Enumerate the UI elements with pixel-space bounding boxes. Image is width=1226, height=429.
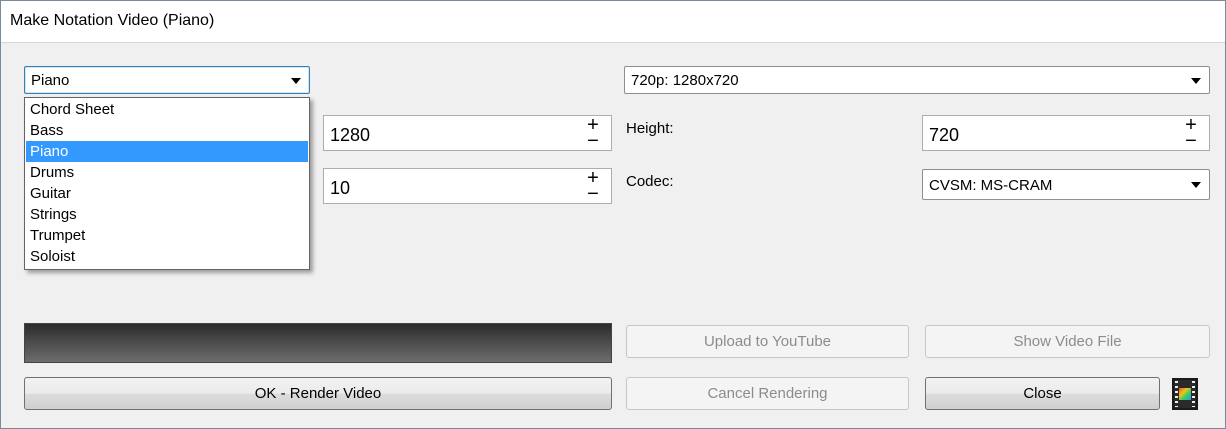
codec-select-value: CVSM: MS-CRAM: [929, 177, 1053, 194]
track-select[interactable]: Piano: [24, 66, 310, 94]
cancel-rendering-button[interactable]: Cancel Rendering: [626, 377, 909, 410]
title-bar[interactable]: Make Notation Video (Piano): [1, 1, 1225, 43]
width-value: 1280: [330, 125, 371, 145]
upload-youtube-button[interactable]: Upload to YouTube: [626, 325, 909, 358]
fps-spinner: + −: [576, 168, 610, 204]
resolution-select-value: 720p: 1280x720: [631, 72, 739, 89]
codec-label: Codec:: [626, 173, 674, 190]
resolution-select[interactable]: 720p: 1280x720: [624, 66, 1210, 94]
track-select-value: Piano: [31, 72, 70, 89]
film-strip-icon[interactable]: [1172, 378, 1198, 410]
track-option-guitar[interactable]: Guitar: [26, 183, 308, 204]
fps-field[interactable]: 10 + −: [323, 168, 612, 204]
close-button[interactable]: Close: [925, 377, 1160, 410]
height-spinner: + −: [1174, 115, 1208, 151]
track-option-strings[interactable]: Strings: [26, 204, 308, 225]
height-label: Height:: [626, 120, 674, 137]
track-option-drums[interactable]: Drums: [26, 162, 308, 183]
track-option-chord-sheet[interactable]: Chord Sheet: [26, 99, 308, 120]
track-option-trumpet[interactable]: Trumpet: [26, 225, 308, 246]
height-value: 720: [929, 125, 960, 145]
chevron-down-icon: [1191, 182, 1201, 188]
film-holes-left: [1175, 381, 1178, 407]
width-field[interactable]: 1280 + −: [323, 115, 612, 151]
chevron-down-icon: [1191, 78, 1201, 84]
track-dropdown-list: Chord Sheet Bass Piano Drums Guitar Stri…: [24, 97, 310, 270]
fps-value: 10: [330, 178, 351, 198]
track-option-soloist[interactable]: Soloist: [26, 246, 308, 267]
window-title: Make Notation Video (Piano): [10, 12, 215, 29]
decrement-icon[interactable]: −: [576, 131, 610, 151]
track-option-piano[interactable]: Piano: [26, 141, 308, 162]
render-progress-bar: [24, 323, 612, 363]
chevron-down-icon: [291, 78, 301, 84]
decrement-icon[interactable]: −: [1174, 131, 1208, 151]
render-video-button[interactable]: OK - Render Video: [24, 377, 612, 410]
track-option-bass[interactable]: Bass: [26, 120, 308, 141]
codec-select[interactable]: CVSM: MS-CRAM: [922, 169, 1210, 200]
film-frame: [1179, 388, 1191, 400]
height-field[interactable]: 720 + −: [922, 115, 1210, 151]
decrement-icon[interactable]: −: [576, 184, 610, 204]
show-video-file-button[interactable]: Show Video File: [925, 325, 1210, 358]
width-spinner: + −: [576, 115, 610, 151]
film-holes-right: [1192, 381, 1195, 407]
